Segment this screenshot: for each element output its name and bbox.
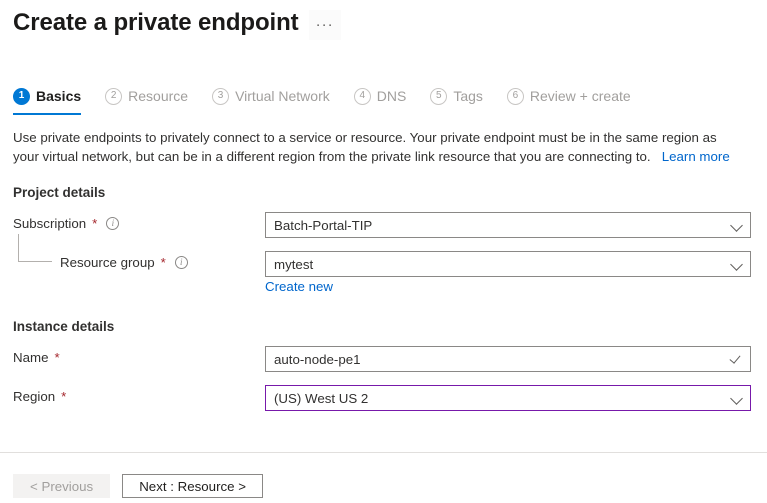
tab-number-3: 3 — [212, 88, 229, 105]
create-new-resource-group-link[interactable]: Create new — [265, 279, 333, 294]
region-required-marker: * — [61, 389, 66, 404]
tab-number-1: 1 — [13, 88, 30, 105]
region-label: Region * — [13, 389, 66, 404]
subscription-value: Batch-Portal-TIP — [274, 218, 730, 233]
page-title: Create a private endpoint — [13, 7, 299, 39]
tab-label-tags: Tags — [453, 88, 483, 104]
tab-virtual-network[interactable]: 3 Virtual Network — [212, 85, 330, 115]
resource-group-dropdown[interactable]: mytest — [265, 251, 751, 277]
tab-number-2: 2 — [105, 88, 122, 105]
name-value: auto-node-pe1 — [274, 352, 730, 367]
region-value: (US) West US 2 — [274, 391, 730, 406]
region-label-text: Region — [13, 389, 55, 404]
more-options-button[interactable]: ··· — [309, 10, 341, 40]
tab-tags[interactable]: 5 Tags — [430, 85, 483, 115]
page-header: Create a private endpoint ··· — [13, 6, 341, 40]
checkmark-icon — [730, 352, 744, 366]
tab-basics[interactable]: 1 Basics — [13, 85, 81, 115]
subscription-label-text: Subscription — [13, 216, 86, 231]
next-resource-button[interactable]: Next : Resource > — [122, 474, 263, 498]
resource-group-label: Resource group * i — [60, 255, 188, 270]
tree-connector-line — [18, 234, 52, 262]
tab-resource[interactable]: 2 Resource — [105, 85, 188, 115]
subscription-label: Subscription * i — [13, 216, 119, 231]
resource-group-required-marker: * — [161, 255, 166, 270]
chevron-down-icon — [730, 391, 744, 405]
name-label-text: Name — [13, 350, 48, 365]
wizard-footer: < Previous Next : Resource > — [13, 474, 263, 498]
previous-button[interactable]: < Previous — [13, 474, 110, 498]
tab-label-virtual-network: Virtual Network — [235, 88, 330, 104]
tab-label-resource: Resource — [128, 88, 188, 104]
tab-number-4: 4 — [354, 88, 371, 105]
subscription-required-marker: * — [92, 216, 97, 231]
tab-label-dns: DNS — [377, 88, 407, 104]
name-label: Name * — [13, 350, 60, 365]
tab-number-6: 6 — [507, 88, 524, 105]
tab-label-review-create: Review + create — [530, 88, 631, 104]
footer-divider — [0, 452, 767, 453]
tab-label-basics: Basics — [36, 88, 81, 104]
page-description: Use private endpoints to privately conne… — [13, 128, 739, 166]
wizard-tabs: 1 Basics 2 Resource 3 Virtual Network 4 … — [13, 85, 655, 117]
learn-more-link[interactable]: Learn more — [662, 149, 730, 164]
info-icon[interactable]: i — [175, 256, 188, 269]
resource-group-label-text: Resource group — [60, 255, 155, 270]
name-input[interactable]: auto-node-pe1 — [265, 346, 751, 372]
tab-number-5: 5 — [430, 88, 447, 105]
tab-review-create[interactable]: 6 Review + create — [507, 85, 631, 115]
chevron-down-icon — [730, 257, 744, 271]
description-text: Use private endpoints to privately conne… — [13, 130, 717, 164]
subscription-dropdown[interactable]: Batch-Portal-TIP — [265, 212, 751, 238]
project-details-heading: Project details — [13, 185, 105, 200]
instance-details-heading: Instance details — [13, 319, 114, 334]
info-icon[interactable]: i — [106, 217, 119, 230]
resource-group-value: mytest — [274, 257, 730, 272]
tab-dns[interactable]: 4 DNS — [354, 85, 407, 115]
chevron-down-icon — [730, 218, 744, 232]
region-dropdown[interactable]: (US) West US 2 — [265, 385, 751, 411]
name-required-marker: * — [54, 350, 59, 365]
create-private-endpoint-page: Create a private endpoint ··· 1 Basics 2… — [0, 0, 767, 503]
ellipsis-icon: ··· — [316, 21, 334, 29]
